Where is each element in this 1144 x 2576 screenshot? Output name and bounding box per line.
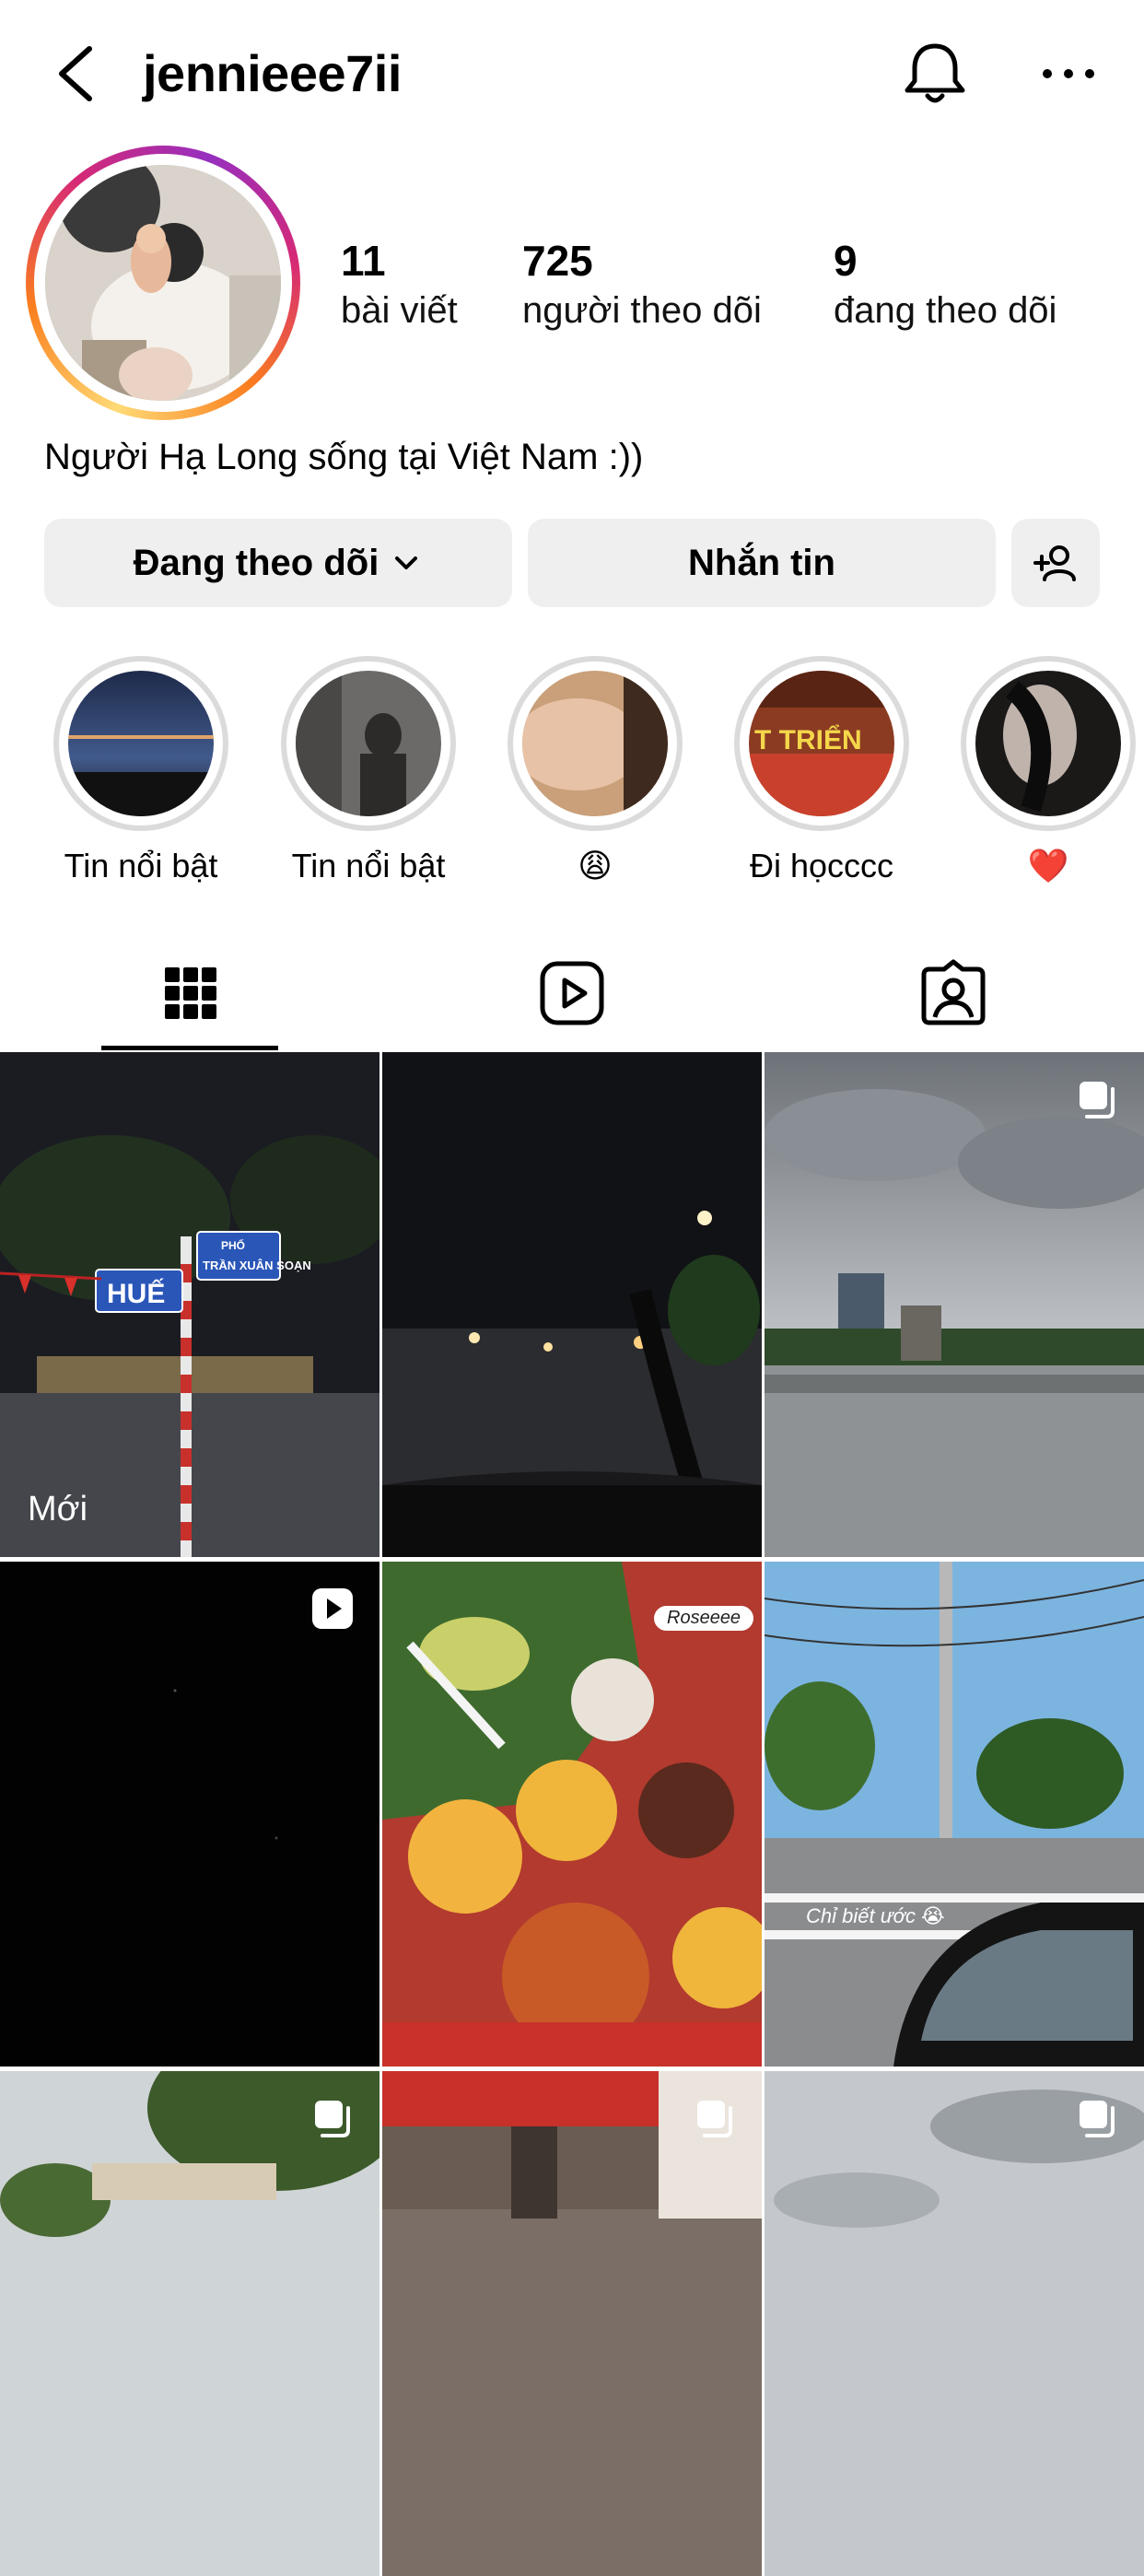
post-thumbnail[interactable]: PHỐ TRẦN XUÂN SOẠN HUẾ Mới (0, 1052, 379, 1557)
tab-tagged[interactable] (916, 956, 990, 1030)
highlight-cover (296, 671, 441, 816)
suggest-people-button[interactable] (1011, 519, 1100, 607)
highlight-label: Đi họcccc (749, 847, 894, 884)
stat-following-label: đang theo dõi (834, 290, 1057, 331)
highlight-item[interactable]: 😩 (505, 656, 685, 886)
post-thumbnail[interactable] (382, 2071, 762, 2576)
post-thumbnail[interactable] (382, 1052, 762, 1557)
active-tab-indicator (101, 1046, 278, 1050)
chevron-left-icon (59, 46, 92, 101)
tab-reels[interactable] (535, 956, 609, 1030)
carousel-icon (1080, 1082, 1115, 1118)
street-sign-main: HUẾ (107, 1278, 165, 1309)
add-person-icon (1033, 545, 1076, 581)
message-button-label: Nhắn tin (688, 542, 835, 583)
more-options-button[interactable] (1036, 55, 1101, 92)
highlight-item[interactable]: Tin nổi bật (278, 656, 459, 886)
stat-posts[interactable]: 11 bài viết (341, 235, 458, 334)
stat-followers-label: người theo dõi (522, 290, 762, 331)
stat-following-value: 9 (834, 237, 858, 285)
notifications-button[interactable] (898, 37, 972, 111)
highlight-label: 😩 (578, 847, 613, 884)
profile-tabs (0, 931, 1144, 1050)
highlight-item[interactable]: Tin nổi bật (51, 656, 231, 886)
stat-posts-label: bài viết (341, 290, 458, 331)
stat-followers-value: 725 (522, 237, 593, 285)
post-chip-text: Roseeee (654, 1606, 754, 1631)
reels-icon (540, 961, 604, 1025)
back-button[interactable] (51, 41, 106, 106)
post-thumbnail[interactable] (765, 1052, 1144, 1557)
message-button[interactable]: Nhắn tin (528, 519, 996, 607)
highlight-label: Tin nổi bật (64, 847, 218, 884)
following-button[interactable]: Đang theo dõi (44, 519, 512, 607)
highlight-cover (68, 671, 214, 816)
chevron-down-icon (395, 556, 418, 569)
avatar-photo (45, 165, 281, 401)
carousel-icon (315, 2101, 350, 2137)
post-thumbnail[interactable] (0, 1562, 379, 2067)
post-caption: Chỉ biết ước 😭 (806, 1904, 945, 1927)
tab-grid[interactable] (154, 956, 228, 1030)
highlight-item[interactable]: ❤️ (958, 656, 1138, 886)
profile-username: jennieee7ii (143, 44, 402, 102)
stat-following[interactable]: 9 đang theo dõi (834, 235, 1056, 334)
tagged-person-icon (921, 959, 986, 1025)
following-button-label: Đang theo dõi (133, 542, 379, 583)
highlight-label: Tin nổi bật (291, 847, 446, 884)
profile-header: jennieee7ii (0, 0, 1144, 147)
highlight-cover: T TRIỂN (749, 671, 894, 816)
bell-icon (905, 43, 965, 103)
post-thumbnail[interactable] (0, 2071, 379, 2576)
highlight-item[interactable]: T TRIỂN Đi họcccc (731, 656, 912, 886)
profile-bio: Người Hạ Long sống tại Việt Nam :)) (44, 437, 644, 477)
post-thumbnail[interactable]: Roseeee (382, 1562, 762, 2067)
highlight-label: ❤️ (1027, 847, 1069, 884)
more-horizontal-icon (1043, 69, 1094, 78)
highlight-cover (522, 671, 668, 816)
carousel-icon (1080, 2101, 1115, 2137)
street-sign-top: PHỐ (221, 1238, 245, 1252)
stat-posts-value: 11 (341, 237, 386, 285)
profile-avatar[interactable] (26, 146, 300, 420)
new-post-label: Mới (28, 1490, 88, 1528)
grid-icon (165, 967, 216, 1019)
highlight-cover (975, 671, 1121, 816)
street-sign-bottom: TRẦN XUÂN SOẠN (203, 1259, 311, 1272)
carousel-icon (697, 2101, 732, 2137)
highlight-cover-text: T TRIỂN (754, 724, 862, 755)
reel-icon (312, 1588, 353, 1629)
stat-followers[interactable]: 725 người theo dõi (522, 235, 762, 334)
post-thumbnail[interactable] (765, 2071, 1144, 2576)
post-thumbnail[interactable]: Chỉ biết ước 😭 (765, 1562, 1144, 2067)
